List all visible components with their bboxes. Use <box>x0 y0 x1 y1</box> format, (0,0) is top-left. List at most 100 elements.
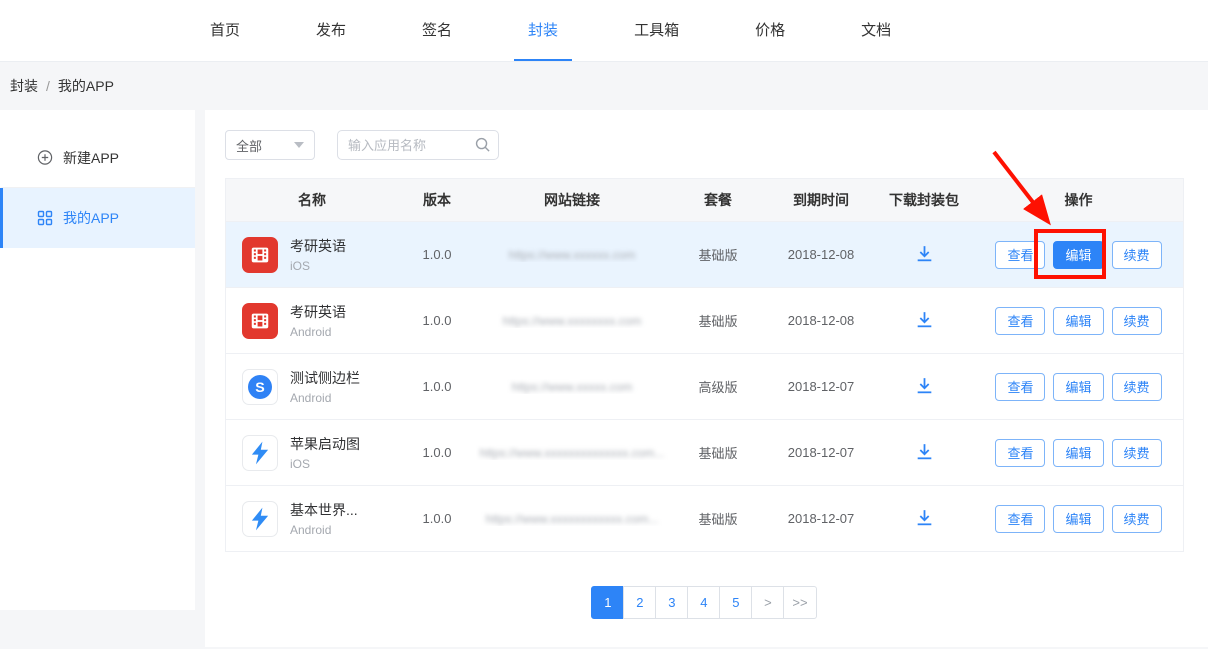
col-header-version: 版本 <box>398 190 476 210</box>
app-version: 1.0.0 <box>398 511 476 526</box>
expire-date: 2018-12-08 <box>768 247 874 262</box>
breadcrumb-segment-package[interactable]: 封装 <box>10 76 38 96</box>
filter-row: 全部 <box>225 130 1184 160</box>
view-button[interactable]: 查看 <box>995 439 1045 467</box>
expire-date: 2018-12-07 <box>768 445 874 460</box>
view-button[interactable]: 查看 <box>995 505 1045 533</box>
edit-button[interactable]: 编辑 <box>1053 241 1103 269</box>
page-button-3[interactable]: 3 <box>655 586 688 619</box>
app-name: 考研英语 <box>290 302 346 322</box>
renew-button[interactable]: 续费 <box>1112 439 1162 467</box>
table-row[interactable]: 基本世界... Android 1.0.0 https://www.xxxxxx… <box>226 485 1183 551</box>
table-row[interactable]: 考研英语 Android 1.0.0 https://www.xxxxxxxx.… <box>226 287 1183 353</box>
edit-button[interactable]: 编辑 <box>1053 307 1103 335</box>
breadcrumb-separator: / <box>46 78 50 94</box>
last-page-button[interactable]: >> <box>783 586 816 619</box>
search-icon[interactable] <box>474 136 491 158</box>
site-url-redacted: https://www.xxxxx.com <box>512 380 633 394</box>
thunder-app-icon <box>242 501 278 537</box>
film-app-icon <box>242 237 278 273</box>
sidebar-item-my-app[interactable]: 我的APP <box>0 188 195 248</box>
view-button[interactable]: 查看 <box>995 373 1045 401</box>
table-row[interactable]: 考研英语 iOS 1.0.0 https://www.xxxxxx.com 基础… <box>226 221 1183 287</box>
edit-button[interactable]: 编辑 <box>1053 373 1103 401</box>
app-platform: Android <box>290 523 358 537</box>
col-header-actions: 操作 <box>974 190 1183 210</box>
renew-button[interactable]: 续费 <box>1112 505 1162 533</box>
col-header-download: 下载封装包 <box>874 190 974 210</box>
app-platform: Android <box>290 391 360 405</box>
edit-button[interactable]: 编辑 <box>1053 439 1103 467</box>
nav-item-sign[interactable]: 签名 <box>408 0 466 61</box>
col-header-expires: 到期时间 <box>768 190 874 210</box>
download-icon[interactable] <box>914 375 935 396</box>
svg-text:S: S <box>255 379 264 395</box>
table-row[interactable]: 苹果启动图 iOS 1.0.0 https://www.xxxxxxxxxxxx… <box>226 419 1183 485</box>
site-url-redacted: https://www.xxxxxx.com <box>509 248 636 262</box>
nav-item-toolbox[interactable]: 工具箱 <box>620 0 693 61</box>
expire-date: 2018-12-08 <box>768 313 874 328</box>
category-select[interactable]: 全部 <box>225 130 315 160</box>
breadcrumb: 封装 / 我的APP <box>0 62 1208 110</box>
next-page-button[interactable]: > <box>751 586 784 619</box>
film-app-icon <box>242 303 278 339</box>
site-url-redacted: https://www.xxxxxxxx.com <box>503 314 642 328</box>
app-name: 测试侧边栏 <box>290 368 360 388</box>
table-row[interactable]: S 测试侧边栏 Android 1.0.0 https://www.xxxxx.… <box>226 353 1183 419</box>
main-content: 全部 名称 版本 网站链接 套餐 到期时间 下载封装包 操 <box>205 110 1208 647</box>
renew-button[interactable]: 续费 <box>1112 373 1162 401</box>
sidebar-item-label: 我的APP <box>63 208 119 228</box>
plan-badge: 基础版 <box>668 509 768 528</box>
category-select-value: 全部 <box>236 136 262 155</box>
chevron-down-icon <box>294 142 304 148</box>
page-button-1[interactable]: 1 <box>591 586 624 619</box>
download-icon[interactable] <box>914 243 935 264</box>
nav-item-price[interactable]: 价格 <box>741 0 799 61</box>
page-button-4[interactable]: 4 <box>687 586 720 619</box>
expire-date: 2018-12-07 <box>768 379 874 394</box>
col-header-url: 网站链接 <box>476 190 668 210</box>
plan-badge: 基础版 <box>668 245 768 264</box>
nav-item-publish[interactable]: 发布 <box>302 0 360 61</box>
thunder-app-icon <box>242 435 278 471</box>
app-version: 1.0.0 <box>398 379 476 394</box>
plan-badge: 基础版 <box>668 311 768 330</box>
sidebar-item-label: 新建APP <box>63 148 119 168</box>
download-icon[interactable] <box>914 441 935 462</box>
col-header-plan: 套餐 <box>668 190 768 210</box>
app-platform: Android <box>290 325 346 339</box>
plan-badge: 基础版 <box>668 443 768 462</box>
app-version: 1.0.0 <box>398 247 476 262</box>
site-url-redacted: https://www.xxxxxxxxxxxx.com... <box>486 512 659 526</box>
grid-icon <box>37 210 53 226</box>
page-button-5[interactable]: 5 <box>719 586 752 619</box>
sidebar: 新建APP 我的APP <box>0 110 195 610</box>
col-header-name: 名称 <box>226 190 398 210</box>
pagination: 1 2 3 4 5 > >> <box>225 586 1184 619</box>
download-icon[interactable] <box>914 507 935 528</box>
site-url-redacted: https://www.xxxxxxxxxxxxxx.com... <box>480 446 665 460</box>
edit-button[interactable]: 编辑 <box>1053 505 1103 533</box>
table-header: 名称 版本 网站链接 套餐 到期时间 下载封装包 操作 <box>226 179 1183 221</box>
renew-button[interactable]: 续费 <box>1112 241 1162 269</box>
plus-circle-icon <box>37 150 53 166</box>
nav-item-package[interactable]: 封装 <box>514 0 572 61</box>
app-name: 基本世界... <box>290 500 358 520</box>
app-table: 名称 版本 网站链接 套餐 到期时间 下载封装包 操作 <box>225 178 1184 552</box>
app-platform: iOS <box>290 457 360 471</box>
app-name: 考研英语 <box>290 236 346 256</box>
renew-button[interactable]: 续费 <box>1112 307 1162 335</box>
expire-date: 2018-12-07 <box>768 511 874 526</box>
breadcrumb-segment-myapp: 我的APP <box>58 76 114 96</box>
app-version: 1.0.0 <box>398 313 476 328</box>
nav-item-home[interactable]: 首页 <box>196 0 254 61</box>
plan-badge: 高级版 <box>668 377 768 396</box>
view-button[interactable]: 查看 <box>995 307 1045 335</box>
page-button-2[interactable]: 2 <box>623 586 656 619</box>
view-button[interactable]: 查看 <box>995 241 1045 269</box>
sidebar-item-new-app[interactable]: 新建APP <box>0 128 195 188</box>
download-icon[interactable] <box>914 309 935 330</box>
app-version: 1.0.0 <box>398 445 476 460</box>
nav-item-docs[interactable]: 文档 <box>847 0 905 61</box>
search-box <box>337 130 499 160</box>
